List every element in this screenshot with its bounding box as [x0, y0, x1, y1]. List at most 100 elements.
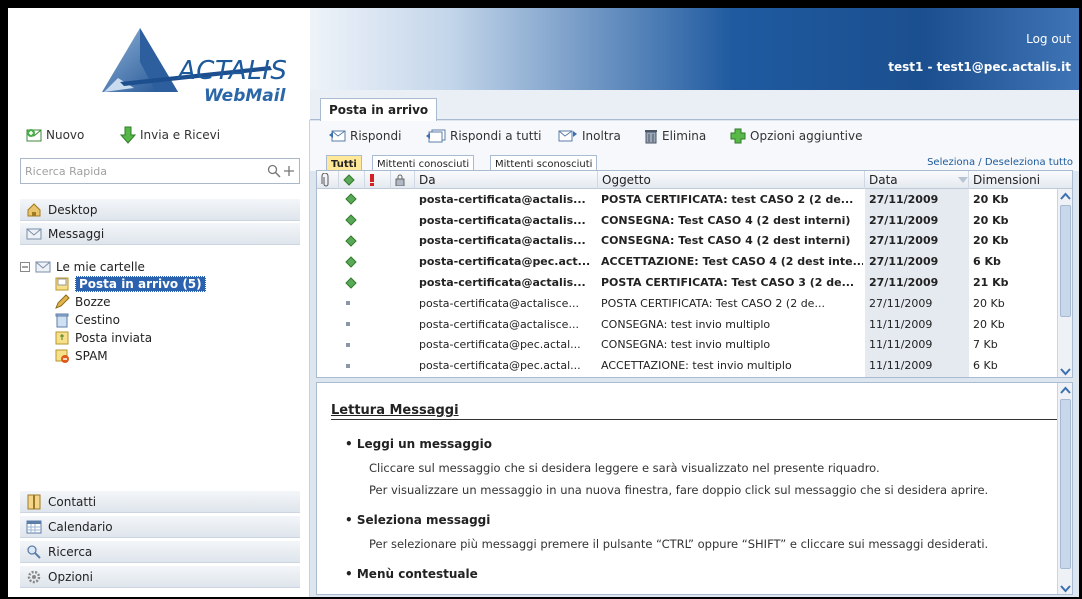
message-date: 27/11/2009	[869, 255, 939, 269]
reply-label: Rispondi	[350, 129, 402, 143]
col-from[interactable]: Da	[415, 171, 598, 189]
folder-trash[interactable]: Cestino	[54, 311, 120, 329]
table-row[interactable]: posta-certificata@actalisce... POSTA CERT…	[317, 293, 1059, 314]
table-row[interactable]: posta-certificata@actalis... CONSEGNA: Te…	[317, 210, 1059, 231]
message-from: posta-certificata@actalisce...	[419, 296, 579, 310]
reader-scrollbar[interactable]	[1057, 383, 1072, 594]
table-row[interactable]: posta-certificata@actalis... POSTA CERTIF…	[317, 272, 1059, 293]
magnifier-icon	[27, 544, 41, 559]
nav-search[interactable]: Ricerca	[20, 540, 300, 563]
toolbar: Rispondi Rispondi a tutti Inoltra Elimin…	[310, 121, 1079, 151]
reply-button[interactable]: Rispondi	[328, 126, 401, 146]
reply-all-icon	[426, 129, 446, 143]
table-row[interactable]: posta-certificata@actalis... CONSEGNA: Te…	[317, 231, 1059, 252]
message-subject: POSTA CERTIFICATA: Test CASO 2 (2 de...	[601, 296, 825, 310]
mail-icon	[26, 228, 42, 239]
nav-desktop[interactable]: Desktop	[20, 198, 300, 221]
message-date: 27/11/2009	[869, 213, 939, 227]
forward-button[interactable]: Inoltra	[558, 126, 621, 146]
col-subject[interactable]: Oggetto	[598, 171, 865, 189]
table-row[interactable]: posta-certificata@actalisce... CONSEGNA: …	[317, 314, 1059, 335]
message-size: 21 Kb	[973, 276, 1009, 290]
section-context-label: Menù contestuale	[356, 567, 478, 581]
section-read-label: Leggi un messaggio	[356, 437, 492, 451]
scroll-up-icon[interactable]	[1059, 191, 1072, 203]
message-list-scroll-thumb[interactable]	[1060, 205, 1071, 317]
nav-contacts[interactable]: Contatti	[20, 490, 300, 513]
folder-sent[interactable]: Posta inviata	[54, 329, 152, 347]
message-date: 11/11/2009	[869, 317, 933, 331]
message-list-scrollbar[interactable]	[1057, 189, 1072, 377]
reading-pane: Lettura Messaggi • Leggi un messaggio Cl…	[316, 382, 1073, 595]
collapse-icon[interactable]	[20, 262, 30, 272]
header: Log out test1 - test1@pec.actalis.it	[310, 8, 1079, 90]
col-status[interactable]	[339, 171, 365, 189]
col-lock[interactable]	[391, 171, 415, 189]
nav-calendar[interactable]: Calendario	[20, 515, 300, 538]
folder-spam[interactable]: SPAM	[54, 347, 108, 365]
table-row[interactable]: posta-certificata@pec.actal... CONSEGNA: …	[317, 335, 1059, 356]
folder-root[interactable]: Le mie cartelle	[20, 258, 145, 276]
tab-strip: Posta in arrivo	[310, 90, 1079, 121]
col-date[interactable]: Data	[865, 171, 969, 189]
logo-brand: ACTALIS	[178, 56, 288, 86]
nav-desktop-label: Desktop	[48, 202, 98, 217]
select-all-link[interactable]: Seleziona / Deseleziona tutto	[927, 157, 1073, 168]
nav-messages[interactable]: Messaggi	[20, 222, 300, 245]
logo-product: WebMail	[204, 86, 286, 106]
calendar-icon	[26, 520, 42, 533]
nav-messages-label: Messaggi	[48, 226, 105, 241]
tab-inbox[interactable]: Posta in arrivo	[320, 98, 438, 121]
priority-icon	[370, 174, 374, 186]
message-size: 20 Kb	[973, 192, 1009, 206]
reader-title: Lettura Messaggi	[331, 403, 459, 418]
table-row[interactable]: posta-certificata@actalis... POSTA CERTIF…	[317, 189, 1059, 210]
col-size[interactable]: Dimensioni	[969, 171, 1072, 189]
status-icon	[343, 174, 355, 186]
folder-drafts-label: Bozze	[75, 295, 111, 309]
section-read-p2: Per visualizzare un messaggio in una nuo…	[369, 483, 989, 497]
message-date: 27/11/2009	[869, 234, 939, 248]
scroll-up-icon[interactable]	[1059, 385, 1072, 397]
scroll-down-icon[interactable]	[1059, 582, 1072, 594]
user-info: test1 - test1@pec.actalis.it	[888, 60, 1071, 74]
message-from: posta-certificata@actalis...	[419, 213, 586, 227]
reader-scroll-thumb[interactable]	[1060, 399, 1071, 569]
read-icon	[345, 355, 361, 376]
delete-button[interactable]: Elimina	[644, 126, 706, 146]
new-message-icon	[26, 129, 42, 142]
message-subject: ACCETTAZIONE: test invio multiplo	[601, 359, 792, 373]
plus-icon[interactable]	[283, 165, 295, 177]
logout-link[interactable]: Log out	[1026, 32, 1071, 46]
search-input[interactable]	[21, 164, 267, 178]
more-options-button[interactable]: Opzioni aggiuntive	[730, 126, 862, 146]
section-read-p1: Cliccare sul messaggio che si desidera l…	[369, 461, 880, 475]
new-button[interactable]: Nuovo	[26, 124, 84, 146]
nav-options[interactable]: Opzioni	[20, 565, 300, 588]
nav-calendar-label: Calendario	[48, 519, 113, 534]
search-icon[interactable]	[267, 164, 281, 178]
reply-all-button[interactable]: Rispondi a tutti	[426, 126, 541, 146]
message-date: 27/11/2009	[869, 192, 939, 206]
col-priority[interactable]	[365, 171, 391, 189]
table-row[interactable]: posta-certificata@pec.act... ACCETTAZIONE…	[317, 251, 1059, 272]
folder-inbox[interactable]: Posta in arrivo (5)	[54, 275, 206, 293]
col-date-label: Data	[869, 173, 898, 187]
lock-icon	[395, 174, 405, 186]
message-size: 20 Kb	[973, 234, 1009, 248]
sidebar-actions: Nuovo Invia e Ricevi	[8, 120, 310, 150]
contacts-icon	[27, 494, 41, 509]
message-date: 27/11/2009	[869, 296, 933, 310]
message-size: 20 Kb	[973, 317, 1005, 331]
table-row[interactable]: posta-certificata@pec.actal... ACCETTAZIO…	[317, 355, 1059, 376]
inbox-icon	[55, 277, 69, 291]
delete-label: Elimina	[662, 129, 707, 143]
send-receive-button[interactable]: Invia e Ricevi	[120, 124, 220, 146]
message-size: 6 Kb	[973, 359, 998, 373]
col-attachment[interactable]	[317, 171, 339, 189]
folder-drafts[interactable]: Bozze	[54, 293, 111, 311]
message-from: posta-certificata@pec.actal...	[419, 359, 581, 373]
message-size: 7 Kb	[973, 338, 998, 352]
scroll-down-icon[interactable]	[1059, 365, 1072, 377]
section-read-title: • Leggi un messaggio	[345, 437, 492, 451]
